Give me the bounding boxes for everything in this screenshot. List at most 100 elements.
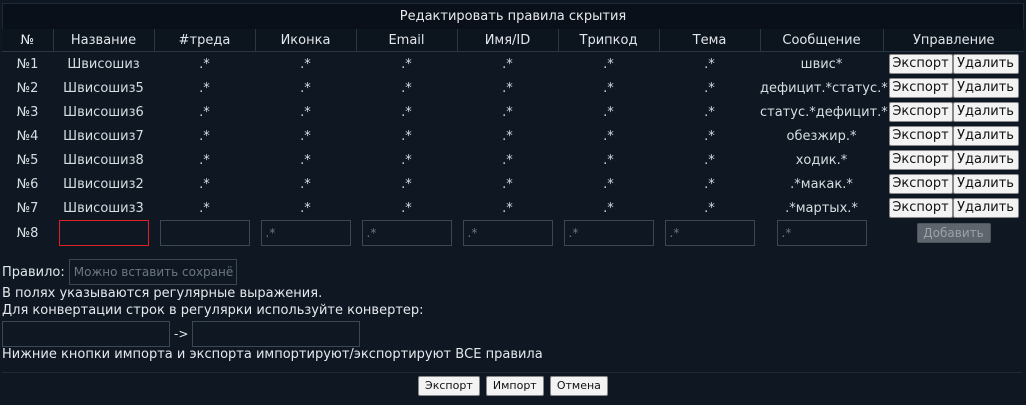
info-import-export: Нижние кнопки импорта и экспорта импорти… (2, 347, 543, 362)
column-header-tripcode: Трипкод (557, 29, 659, 52)
rule-label: Правило: (2, 264, 65, 280)
converter-arrow: -> (174, 327, 189, 341)
rule-num: №1 (16, 56, 39, 72)
export-all-button[interactable]: Экспорт (418, 376, 480, 396)
rule-name: Швисошиз7 (63, 128, 144, 144)
footer-buttons: Экспорт Импорт Отмена (0, 376, 1026, 396)
new-rule-name-input[interactable] (58, 220, 149, 246)
new-rule-subject-input[interactable]: .* (664, 220, 755, 246)
delete-rule-button[interactable]: Удалить (952, 78, 1019, 98)
rule-subject: .* (704, 176, 715, 192)
column-header-email: Email (355, 29, 457, 52)
delete-rule-button[interactable]: Удалить (952, 126, 1019, 146)
rule-tripcode: .* (603, 56, 614, 72)
export-rule-button[interactable]: Экспорт (888, 78, 953, 98)
rule-email: .* (401, 176, 412, 192)
converter-output[interactable] (192, 321, 361, 347)
rule-subject: .* (704, 152, 715, 168)
rule-name: Швисошиз6 (63, 104, 144, 120)
rule-tripcode: .* (603, 200, 614, 216)
rule-num: №7 (16, 200, 39, 216)
rule-nameid: .* (502, 104, 513, 120)
rule-email: .* (401, 104, 412, 120)
rule-num: №2 (16, 80, 39, 96)
rule-import-line: Правило: Можно вставить сохранё (2, 259, 237, 285)
rule-num: №5 (16, 152, 39, 168)
rule-controls: Экспорт Удалить (883, 124, 1024, 148)
rule-email: .* (401, 80, 412, 96)
rule-row: №6 Швисошиз2 .* .* .* .* .* .* .*макак.*… (2, 172, 1024, 196)
export-rule-button[interactable]: Экспорт (888, 198, 953, 218)
new-rule-icon-input[interactable]: .* (260, 220, 351, 246)
panel-title: Редактировать правила скрытия (2, 3, 1024, 30)
rule-message: дефицит.*статус.* (760, 80, 888, 96)
export-rule-button[interactable]: Экспорт (888, 54, 953, 74)
new-rule-message-input[interactable]: .* (776, 220, 867, 246)
rule-email: .* (401, 200, 412, 216)
rule-thread: .* (199, 152, 210, 168)
delete-rule-button[interactable]: Удалить (952, 150, 1019, 170)
rule-nameid: .* (502, 176, 513, 192)
rule-thread: .* (199, 56, 210, 72)
delete-rule-button[interactable]: Удалить (952, 54, 1019, 74)
rule-icon: .* (300, 128, 311, 144)
rule-controls: Экспорт Удалить (883, 196, 1024, 220)
new-rule-num: №8 (16, 225, 39, 241)
rule-name: Швисошиз5 (63, 80, 144, 96)
info-regex: В полях указываются регулярные выражения… (2, 286, 323, 301)
rule-message: .*макак.* (790, 176, 853, 192)
rule-controls: Экспорт Удалить (883, 100, 1024, 124)
rule-controls: Экспорт Удалить (883, 172, 1024, 196)
new-rule-row: №8 .* .* .* .* .* .* Добавить (2, 220, 1024, 246)
rule-subject: .* (704, 104, 715, 120)
rule-thread: .* (199, 176, 210, 192)
rule-row: №4 Швисошиз7 .* .* .* .* .* .* обезжир.*… (2, 124, 1024, 148)
column-header-icon: Иконка (254, 29, 356, 52)
rules-table: № Название #треда Иконка Email Имя/ID Тр… (2, 29, 1024, 246)
delete-rule-button[interactable]: Удалить (952, 198, 1019, 218)
rule-icon: .* (300, 104, 311, 120)
delete-rule-button[interactable]: Удалить (952, 102, 1019, 122)
delete-rule-button[interactable]: Удалить (952, 174, 1019, 194)
rule-controls: Экспорт Удалить (883, 52, 1024, 77)
rule-message: .*мартых.* (785, 200, 858, 216)
rule-email: .* (401, 56, 412, 72)
rule-paste-input[interactable]: Можно вставить сохранё (68, 259, 237, 285)
new-rule-email-input[interactable]: .* (361, 220, 452, 246)
new-rule-thread-input[interactable] (159, 220, 250, 246)
export-rule-button[interactable]: Экспорт (888, 102, 953, 122)
rule-icon: .* (300, 200, 311, 216)
rule-subject: .* (704, 200, 715, 216)
export-rule-button[interactable]: Экспорт (888, 126, 953, 146)
rule-name: Швисошиз3 (63, 200, 144, 216)
converter-input[interactable] (2, 321, 170, 347)
rule-row: №5 Швисошиз8 .* .* .* .* .* .* ходик.* Э… (2, 148, 1024, 172)
column-header-nameid: Имя/ID (456, 29, 558, 52)
rule-thread: .* (199, 128, 210, 144)
rule-row: №2 Швисошиз5 .* .* .* .* .* .* дефицит.*… (2, 76, 1024, 100)
new-rule-nameid-input[interactable]: .* (462, 220, 553, 246)
new-rule-tripcode-input[interactable]: .* (563, 220, 654, 246)
column-header-num: № (2, 29, 53, 52)
export-rule-button[interactable]: Экспорт (888, 174, 953, 194)
hide-rules-panel: Редактировать правила скрытия № Название… (0, 0, 1026, 405)
rule-tripcode: .* (603, 80, 614, 96)
rule-icon: .* (300, 152, 311, 168)
rule-message: ходик.* (795, 152, 848, 168)
rule-nameid: .* (502, 200, 513, 216)
rule-email: .* (401, 128, 412, 144)
import-all-button[interactable]: Импорт (485, 376, 544, 396)
rule-controls: Экспорт Удалить (883, 76, 1024, 100)
table-header-row: № Название #треда Иконка Email Имя/ID Тр… (2, 29, 1024, 52)
rule-email: .* (401, 152, 412, 168)
rule-name: Швисошиз2 (63, 176, 144, 192)
rule-icon: .* (300, 56, 311, 72)
cancel-button[interactable]: Отмена (549, 376, 608, 396)
export-rule-button[interactable]: Экспорт (888, 150, 953, 170)
rule-nameid: .* (502, 128, 513, 144)
rule-icon: .* (300, 80, 311, 96)
rule-name: Швисошиз8 (63, 152, 144, 168)
rule-nameid: .* (502, 152, 513, 168)
add-rule-button[interactable]: Добавить (916, 223, 991, 243)
rule-thread: .* (199, 104, 210, 120)
